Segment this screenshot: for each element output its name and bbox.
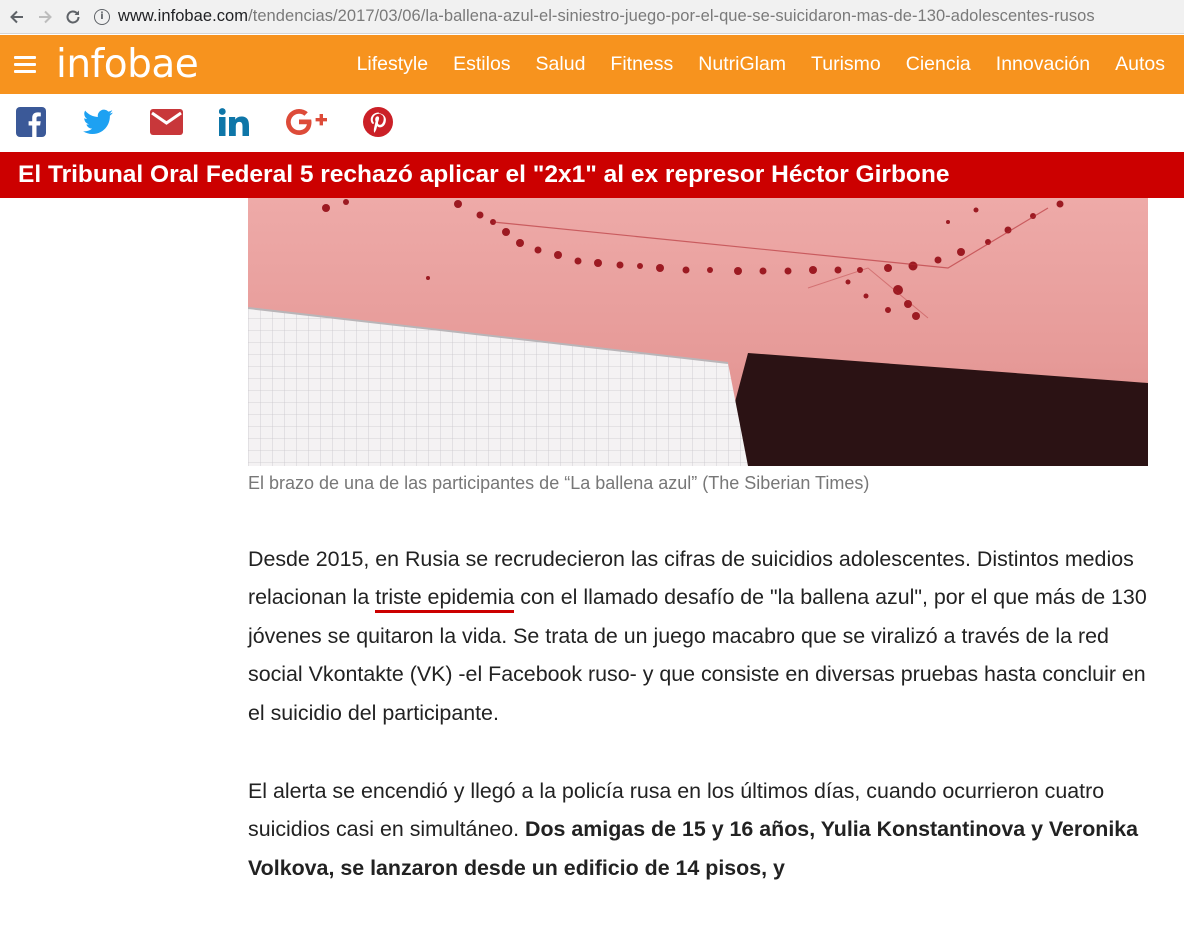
nav-item-turismo[interactable]: Turismo xyxy=(811,53,881,76)
info-icon[interactable]: i xyxy=(94,8,110,25)
breaking-news-banner[interactable]: El Tribunal Oral Federal 5 rechazó aplic… xyxy=(0,152,1184,198)
forward-arrow-icon xyxy=(39,10,52,23)
address-bar[interactable]: i www.infobae.com/tendencias/2017/03/06/… xyxy=(94,2,1184,32)
nav-item-salud[interactable]: Salud xyxy=(536,53,586,76)
url-host: www.infobae.com xyxy=(118,7,249,25)
nav-item-fitness[interactable]: Fitness xyxy=(610,53,673,76)
nav-item-lifestyle[interactable]: Lifestyle xyxy=(357,53,429,76)
email-icon[interactable] xyxy=(150,107,183,137)
article-photo xyxy=(248,198,1148,466)
back-button[interactable] xyxy=(6,6,28,28)
browser-toolbar: i www.infobae.com/tendencias/2017/03/06/… xyxy=(0,0,1184,34)
arm-photo-image xyxy=(248,198,1148,466)
twitter-icon[interactable] xyxy=(83,107,113,137)
reload-icon xyxy=(66,10,80,23)
linkedin-icon[interactable] xyxy=(219,107,249,137)
url-text[interactable]: www.infobae.com/tendencias/2017/03/06/la… xyxy=(118,7,1095,26)
site-header: infobae Lifestyle Estilos Salud Fitness … xyxy=(0,35,1184,94)
main-nav: Lifestyle Estilos Salud Fitness NutriGla… xyxy=(357,35,1184,94)
facebook-icon[interactable] xyxy=(16,107,46,137)
nav-item-estilos[interactable]: Estilos xyxy=(453,53,510,76)
share-bar xyxy=(0,95,1184,152)
photo-caption: El brazo de una de las participantes de … xyxy=(248,473,870,493)
menu-icon[interactable] xyxy=(14,52,36,77)
nav-item-nutriglam[interactable]: NutriGlam xyxy=(698,53,786,76)
back-arrow-icon xyxy=(10,10,23,23)
nav-item-ciencia[interactable]: Ciencia xyxy=(906,53,971,76)
triste-epidemia-link[interactable]: triste epidemia xyxy=(375,585,515,614)
article-paragraph-1: Desde 2015, en Rusia se recrudecieron la… xyxy=(248,540,1148,732)
article-paragraph-2: El alerta se encendió y llegó a la polic… xyxy=(248,772,1148,887)
site-logo[interactable]: infobae xyxy=(56,42,199,87)
pinterest-icon[interactable] xyxy=(363,107,393,137)
url-path: /tendencias/2017/03/06/la-ballena-azul-e… xyxy=(248,7,1095,25)
forward-button[interactable] xyxy=(34,6,56,28)
nav-item-innovacion[interactable]: Innovación xyxy=(996,53,1090,76)
google-plus-icon[interactable] xyxy=(285,107,329,137)
article-body: Desde 2015, en Rusia se recrudecieron la… xyxy=(248,540,1148,927)
reload-button[interactable] xyxy=(62,6,84,28)
nav-item-autos[interactable]: Autos xyxy=(1115,53,1165,76)
